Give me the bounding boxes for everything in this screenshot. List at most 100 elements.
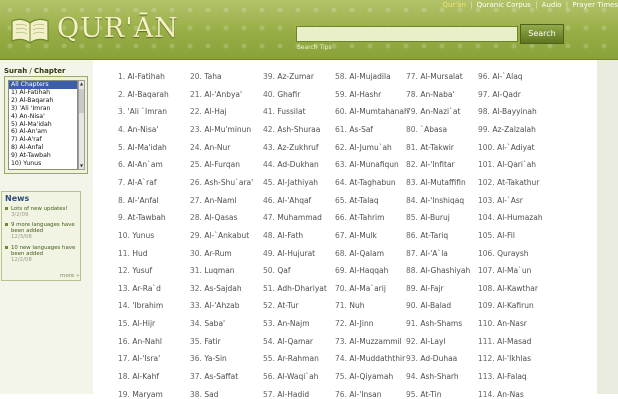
chapter-link[interactable]: 36. Ya-Sin (190, 354, 227, 363)
chapter-link[interactable]: 86. At-Tariq (406, 231, 448, 240)
chapter-name[interactable]: Al-'Ahqaf (277, 196, 311, 205)
chapter-link[interactable]: 9. At-Tawbah (118, 213, 166, 222)
chapter-link[interactable]: 64. At-Taghabun (335, 178, 396, 187)
chapter-name[interactable]: An-Najm (277, 319, 309, 328)
nav-audio-link[interactable]: Audio (542, 1, 562, 9)
chapter-link[interactable]: 25. Al-Furqan (190, 160, 240, 169)
chapter-name[interactable]: Al-'Insan (349, 390, 381, 399)
chapter-name[interactable]: Al-Fil (497, 231, 515, 240)
chapter-name[interactable]: Al-Jinn (349, 319, 373, 328)
chapter-name[interactable]: Ash-Shu`ara' (204, 178, 253, 187)
chapter-name[interactable]: Al-Hashr (349, 90, 381, 99)
chapter-option[interactable]: 4) An-Nisa' (9, 113, 77, 121)
chapter-name[interactable]: Al-Hijr (132, 319, 155, 328)
chapter-link[interactable]: 51. Adh-Dhariyat (263, 284, 327, 293)
chapter-option[interactable]: 3) 'Ali 'Imran (9, 105, 77, 113)
chapter-link[interactable]: 65. At-Talaq (335, 196, 379, 205)
chapter-name[interactable]: Nuh (349, 301, 364, 310)
chapter-name[interactable]: Al-`Adiyat (497, 143, 535, 152)
chapter-name[interactable]: Ghafir (277, 90, 300, 99)
chapter-name[interactable]: Al-Kahf (132, 372, 159, 381)
chapter-name[interactable]: Al-'A`la (420, 249, 448, 258)
chapter-link[interactable]: 57. Al-Hadid (263, 390, 309, 399)
news-item[interactable]: 10 new languages have been added 12/2/08 (5, 245, 77, 264)
chapter-link[interactable]: 97. Al-Qadr (478, 90, 521, 99)
chapter-link[interactable]: 100. Al-`Adiyat (478, 143, 535, 152)
chapter-option[interactable]: 10) Yunus (9, 160, 77, 168)
chapter-link[interactable]: 50. Qaf (263, 266, 290, 275)
chapter-name[interactable]: At-Tahrim (349, 213, 384, 222)
chapter-link[interactable]: 112. Al-'Ikhlas (478, 354, 531, 363)
chapter-link[interactable]: 42. Ash-Shuraa (263, 125, 320, 134)
chapter-name[interactable]: Al-Masad (497, 337, 531, 346)
chapter-name[interactable]: Al-'Ahzab (204, 301, 239, 310)
chapter-name[interactable]: Yusuf (132, 266, 152, 275)
search-input[interactable] (296, 26, 518, 42)
chapter-name[interactable]: Al-Munafiqun (349, 160, 399, 169)
chapter-link[interactable]: 29. Al-`Ankabut (190, 231, 249, 240)
chapter-name[interactable]: Ash-Sharh (420, 372, 458, 381)
chapter-link[interactable]: 53. An-Najm (263, 319, 310, 328)
chapter-link[interactable]: 4. An-Nisa' (118, 125, 158, 134)
chapter-name[interactable]: Yunus (132, 231, 154, 240)
scroll-up-arrow-icon[interactable]: ▲ (79, 81, 84, 87)
chapter-name[interactable]: Al-Humazah (497, 213, 543, 222)
chapter-name[interactable]: Al-Furqan (204, 160, 240, 169)
chapter-name[interactable]: Al-'Isra' (132, 354, 160, 363)
chapter-name[interactable]: Al-An`am (128, 160, 163, 169)
news-item[interactable]: Lots of new updates! 3/2/09 (5, 206, 77, 218)
chapter-name[interactable]: Fatir (204, 337, 220, 346)
chapter-link[interactable]: 80. `Abasa (406, 125, 447, 134)
chapter-name[interactable]: Ar-Rahman (277, 354, 319, 363)
chapter-link[interactable]: 77. Al-Mursalat (406, 72, 463, 81)
chapter-link[interactable]: 90. Al-Balad (406, 301, 451, 310)
chapter-option[interactable]: 1) Al-Fatihah (9, 89, 77, 97)
chapter-name[interactable]: Al-Qadr (492, 90, 521, 99)
chapter-name[interactable]: Qaf (277, 266, 290, 275)
chapter-name[interactable]: An-Nur (204, 143, 230, 152)
chapter-name[interactable]: An-Nisa' (128, 125, 159, 134)
chapter-name[interactable]: At-Tin (420, 390, 441, 399)
chapter-link[interactable]: 11. Hud (118, 249, 147, 258)
chapter-link[interactable]: 16. An-Nahl (118, 337, 162, 346)
chapter-link[interactable]: 17. Al-'Isra' (118, 354, 160, 363)
chapter-link[interactable]: 12. Yusuf (118, 266, 152, 275)
chapter-link[interactable]: 14. 'Ibrahim (118, 301, 163, 310)
chapter-name[interactable]: Al-Qamar (277, 337, 313, 346)
chapter-link[interactable]: 92. Al-Layl (406, 337, 446, 346)
site-logo-text[interactable]: QUR'ĀN (57, 13, 179, 44)
chapter-link[interactable]: 111. Al-Masad (478, 337, 531, 346)
chapter-link[interactable]: 85. Al-Buruj (406, 213, 450, 222)
search-button[interactable]: Search (520, 24, 564, 44)
chapter-link[interactable]: 72. Al-Jinn (335, 319, 373, 328)
chapter-link[interactable]: 40. Ghafir (263, 90, 300, 99)
chapter-name[interactable]: Maryam (132, 390, 163, 399)
chapter-name[interactable]: Al-Qasas (204, 213, 237, 222)
chapter-link[interactable]: 60. Al-Mumtahanah (335, 107, 409, 116)
scroll-down-arrow-icon[interactable]: ▼ (79, 163, 84, 169)
chapter-name[interactable]: 'Ibrahim (132, 301, 163, 310)
chapter-link[interactable]: 20. Taha (190, 72, 222, 81)
chapter-name[interactable]: Al-A`raf (128, 178, 157, 187)
chapter-link[interactable]: 84. Al-'Inshiqaq (406, 196, 464, 205)
chapter-link[interactable]: 46. Al-'Ahqaf (263, 196, 311, 205)
chapter-link[interactable]: 44. Ad-Dukhan (263, 160, 319, 169)
chapter-name[interactable]: Al-Qiyamah (349, 372, 393, 381)
chapter-link[interactable]: 83. Al-Mutaffifin (406, 178, 466, 187)
chapter-option[interactable]: 5) Al-Ma'idah (9, 121, 77, 129)
chapter-link[interactable]: 3. 'Ali `Imran (118, 107, 167, 116)
chapter-name[interactable]: At-Tur (277, 301, 298, 310)
chapter-name[interactable]: Al-Mumtahanah (349, 107, 408, 116)
chapter-link[interactable]: 8. Al-'Anfal (118, 196, 159, 205)
chapter-link[interactable]: 13. Ar-Ra`d (118, 284, 161, 293)
chapter-link[interactable]: 69. Al-Haqqah (335, 266, 388, 275)
chapter-link[interactable]: 79. An-Nazi`at (406, 107, 460, 116)
chapter-link[interactable]: 54. Al-Qamar (263, 337, 313, 346)
chapter-link[interactable]: 113. Al-Falaq (478, 372, 527, 381)
chapter-name[interactable]: Al-Haj (204, 107, 226, 116)
chapter-name[interactable]: Al-Qalam (349, 249, 384, 258)
chapter-option[interactable]: 7) Al-A'raf (9, 136, 77, 144)
chapter-name[interactable]: Al-Mu'minun (204, 125, 251, 134)
chapter-name[interactable]: Al-Hujurat (277, 249, 315, 258)
chapter-link[interactable]: 30. Ar-Rum (190, 249, 232, 258)
